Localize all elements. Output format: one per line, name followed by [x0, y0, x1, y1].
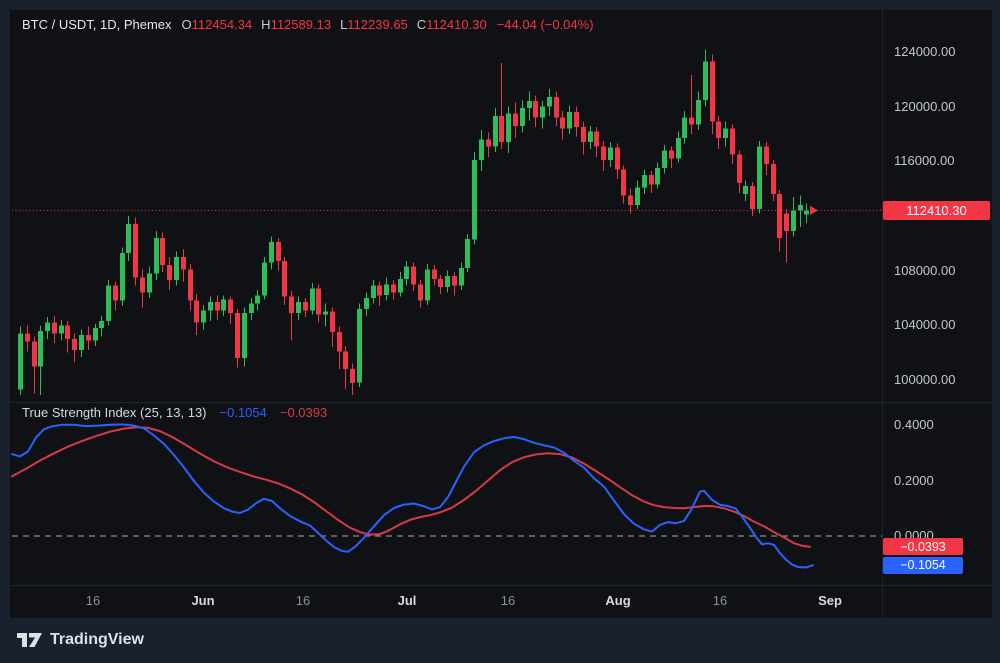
ohlc-values: O112454.34 H112589.13 L112239.65 C112410.30: [182, 17, 487, 32]
ohlc-H: H112589.13: [261, 17, 331, 32]
time-axis-label: 16: [501, 593, 515, 608]
tradingview-logo-text: TradingView: [50, 631, 144, 649]
change-value: −44.04 (−0.04%): [497, 17, 594, 32]
time-axis-label: Sep: [818, 593, 842, 608]
time-axis-label: 16: [86, 593, 100, 608]
ohlc-L: L112239.65: [340, 17, 408, 32]
tsi-slow-badge: −0.0393: [883, 538, 963, 555]
time-axis-label: 16: [713, 593, 727, 608]
time-axis-label: Aug: [605, 593, 630, 608]
indicator-title[interactable]: True Strength Index (25, 13, 13): [22, 405, 207, 420]
tsi-fast-line: [12, 424, 813, 567]
tsi-slow-line: [12, 427, 810, 547]
indicator-slow-value: −0.0393: [280, 405, 327, 420]
chart-canvas[interactable]: [0, 0, 1000, 663]
tradingview-logo-icon: [16, 629, 43, 651]
price-axis-label: 108000.00: [894, 264, 955, 278]
symbol-title[interactable]: BTC / USDT, 1D, Phemex: [22, 17, 172, 32]
ohlc-O: O112454.34: [182, 17, 253, 32]
indicator-legend: True Strength Index (25, 13, 13) −0.1054…: [22, 405, 327, 420]
symbol-legend: BTC / USDT, 1D, Phemex O112454.34 H112589…: [22, 17, 594, 32]
tsi-axis-label: 0.2000: [894, 474, 934, 488]
price-axis-label: 100000.00: [894, 373, 955, 387]
tradingview-chart-window: BTC / USDT, 1D, Phemex O112454.34 H112589…: [0, 0, 1000, 663]
price-axis-label: 120000.00: [894, 100, 955, 114]
price-axis[interactable]: [882, 10, 992, 585]
price-axis-label: 104000.00: [894, 318, 955, 332]
price-line-marker: [810, 206, 818, 215]
pane-separator[interactable]: [10, 402, 992, 403]
indicator-fast-value: −0.1054: [220, 405, 267, 420]
price-axis-label: 116000.00: [894, 154, 955, 168]
time-axis-label: Jun: [191, 593, 214, 608]
time-axis-label: 16: [296, 593, 310, 608]
price-axis-label: 124000.00: [894, 45, 955, 59]
tradingview-logo[interactable]: TradingView: [16, 629, 144, 651]
candlestick-series: [18, 49, 809, 395]
time-axis[interactable]: [10, 586, 882, 618]
tsi-axis-label: 0.4000: [894, 418, 934, 432]
ohlc-C: C112410.30: [417, 17, 487, 32]
last-price-badge: 112410.30: [883, 201, 990, 220]
time-axis-label: Jul: [398, 593, 417, 608]
tsi-fast-badge: −0.1054: [883, 557, 963, 574]
